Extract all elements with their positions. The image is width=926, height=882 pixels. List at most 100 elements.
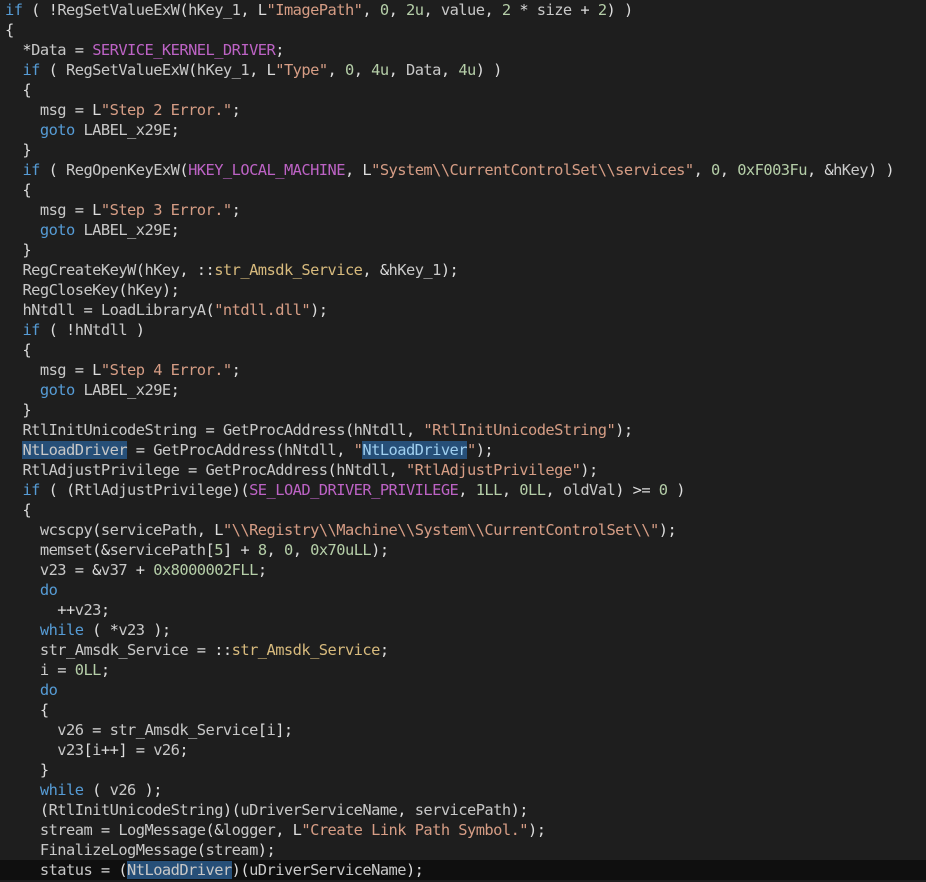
- code-line[interactable]: stream = LogMessage(&logger, L"Create Li…: [5, 820, 546, 840]
- code-token: );: [144, 621, 171, 639]
- code-line[interactable]: msg = L"Step 3 Error.";: [5, 200, 241, 220]
- code-line[interactable]: }: [5, 760, 49, 780]
- code-line[interactable]: do: [5, 680, 58, 700]
- code-line[interactable]: if ( !RegSetValueExW(hKey_1, L"ImagePath…: [5, 0, 633, 20]
- code-line[interactable]: v23 = &v37 + 0x8000002FLL;: [5, 560, 267, 580]
- code-line[interactable]: NtLoadDriver = GetProcAddress(hNtdll, "N…: [5, 440, 494, 460]
- code-token: 0: [658, 481, 668, 499]
- code-line[interactable]: RtlInitUnicodeString = GetProcAddress(hN…: [5, 420, 633, 440]
- code-line[interactable]: RegCloseKey(hKey);: [5, 280, 179, 300]
- code-line[interactable]: goto LABEL_x29E;: [5, 380, 180, 400]
- code-line[interactable]: hNtdll = LoadLibraryA("ntdll.dll");: [5, 300, 328, 320]
- code-line[interactable]: v26 = str_Amsdk_Service[i];: [5, 720, 293, 740]
- code-token: 0: [711, 161, 720, 179]
- code-token: (: [92, 521, 101, 539]
- code-token: do: [39, 681, 58, 699]
- code-line[interactable]: msg = L"Step 2 Error.";: [5, 100, 241, 120]
- code-token: hKey: [144, 261, 180, 279]
- code-token: 5: [214, 541, 223, 559]
- code-line[interactable]: {: [5, 180, 31, 200]
- code-line[interactable]: i = 0LL;: [5, 660, 110, 680]
- code-token: );: [580, 461, 598, 479]
- code-token: )(: [231, 861, 250, 879]
- code-line[interactable]: }: [5, 400, 31, 420]
- code-token: RegSetValueExW: [57, 1, 180, 19]
- code-line[interactable]: {: [5, 700, 49, 720]
- pseudocode-view[interactable]: if ( !RegSetValueExW(hKey_1, L"ImagePath…: [0, 0, 926, 882]
- code-token: (: [205, 301, 215, 319]
- code-line[interactable]: ++v23;: [5, 600, 110, 620]
- code-token: hKey: [833, 161, 868, 179]
- code-line[interactable]: while ( *v23 );: [5, 620, 171, 640]
- code-token: str_Amsdk_Service: [231, 641, 381, 659]
- code-line[interactable]: goto LABEL_x29E;: [5, 120, 180, 140]
- code-token: ,: [388, 461, 406, 479]
- code-token: ;: [170, 121, 180, 139]
- code-token: if: [22, 61, 40, 79]
- code-token: RtlAdjustPrivilege: [74, 481, 232, 499]
- code-token: 2: [501, 1, 511, 19]
- code-line[interactable]: RtlAdjustPrivilege = GetProcAddress(hNtd…: [5, 460, 598, 480]
- code-line[interactable]: {: [5, 500, 31, 520]
- code-token: }: [5, 761, 49, 779]
- code-token: ) ): [867, 161, 895, 179]
- code-line[interactable]: status = (NtLoadDriver)(uDriverServiceNa…: [0, 860, 926, 880]
- code-line[interactable]: RegCreateKeyW(hKey, ::str_Amsdk_Service,…: [5, 260, 458, 280]
- code-line[interactable]: do: [5, 580, 58, 600]
- code-token: ,: [266, 541, 284, 559]
- code-line[interactable]: msg = L"Step 4 Error.";: [5, 360, 241, 380]
- code-line[interactable]: if ( RegOpenKeyExW(HKEY_LOCAL_MACHINE, L…: [5, 160, 894, 180]
- code-line[interactable]: }: [5, 240, 31, 260]
- code-line[interactable]: {: [5, 340, 31, 360]
- code-token: );: [310, 301, 328, 319]
- code-token: ;: [275, 41, 284, 59]
- code-line[interactable]: {: [5, 20, 14, 40]
- code-token: Data: [406, 61, 441, 79]
- code-token: oldVal: [562, 481, 616, 499]
- code-line[interactable]: }: [5, 140, 31, 160]
- code-token: do: [39, 581, 58, 599]
- code-line[interactable]: FinalizeLogMessage(stream);: [5, 840, 276, 860]
- code-token: ;: [170, 221, 180, 239]
- code-token: hNtdll: [22, 301, 75, 319]
- code-token: (: [5, 801, 49, 819]
- code-line[interactable]: (RtlInitUnicodeString)(uDriverServiceNam…: [5, 800, 529, 820]
- code-line[interactable]: wcscpy(servicePath, L"\\Registry\\Machin…: [5, 520, 677, 540]
- code-line[interactable]: if ( (RtlAdjustPrivilege)(SE_LOAD_DRIVER…: [5, 480, 685, 500]
- code-token: =: [179, 461, 206, 479]
- code-token: , ::: [179, 261, 215, 279]
- code-line[interactable]: str_Amsdk_Service = ::str_Amsdk_Service;: [5, 640, 389, 660]
- code-token: ,: [423, 1, 441, 19]
- code-token: 0xF003Fu: [737, 161, 807, 179]
- code-line[interactable]: if ( !hNtdll ): [5, 320, 145, 340]
- code-line[interactable]: v23[i++] = v26;: [5, 740, 188, 760]
- code-line[interactable]: while ( v26 );: [5, 780, 163, 800]
- code-line[interactable]: {: [5, 80, 31, 100]
- code-token: ;: [257, 561, 267, 579]
- code-token: v23: [74, 601, 102, 619]
- code-token: = &: [66, 561, 102, 579]
- code-line[interactable]: if ( RegSetValueExW(hKey_1, L"Type", 0, …: [5, 60, 502, 80]
- code-token: ];: [275, 721, 293, 739]
- code-token: );: [371, 541, 389, 559]
- code-token: )(: [231, 481, 250, 499]
- code-token: );: [658, 521, 677, 539]
- code-token: = L: [66, 361, 102, 379]
- code-token: "System\\CurrentControlSet\\services": [371, 161, 694, 179]
- code-line[interactable]: memset(&servicePath[5] + 8, 0, 0x70uLL);: [5, 540, 389, 560]
- code-token: , &: [362, 261, 389, 279]
- code-token: = ::: [188, 641, 232, 659]
- code-line[interactable]: goto LABEL_x29E;: [5, 220, 180, 240]
- code-token: if: [22, 161, 40, 179]
- code-token: "ImagePath": [266, 1, 363, 19]
- code-token: (: [179, 1, 189, 19]
- code-line[interactable]: *Data = SERVICE_KERNEL_DRIVER;: [5, 40, 284, 60]
